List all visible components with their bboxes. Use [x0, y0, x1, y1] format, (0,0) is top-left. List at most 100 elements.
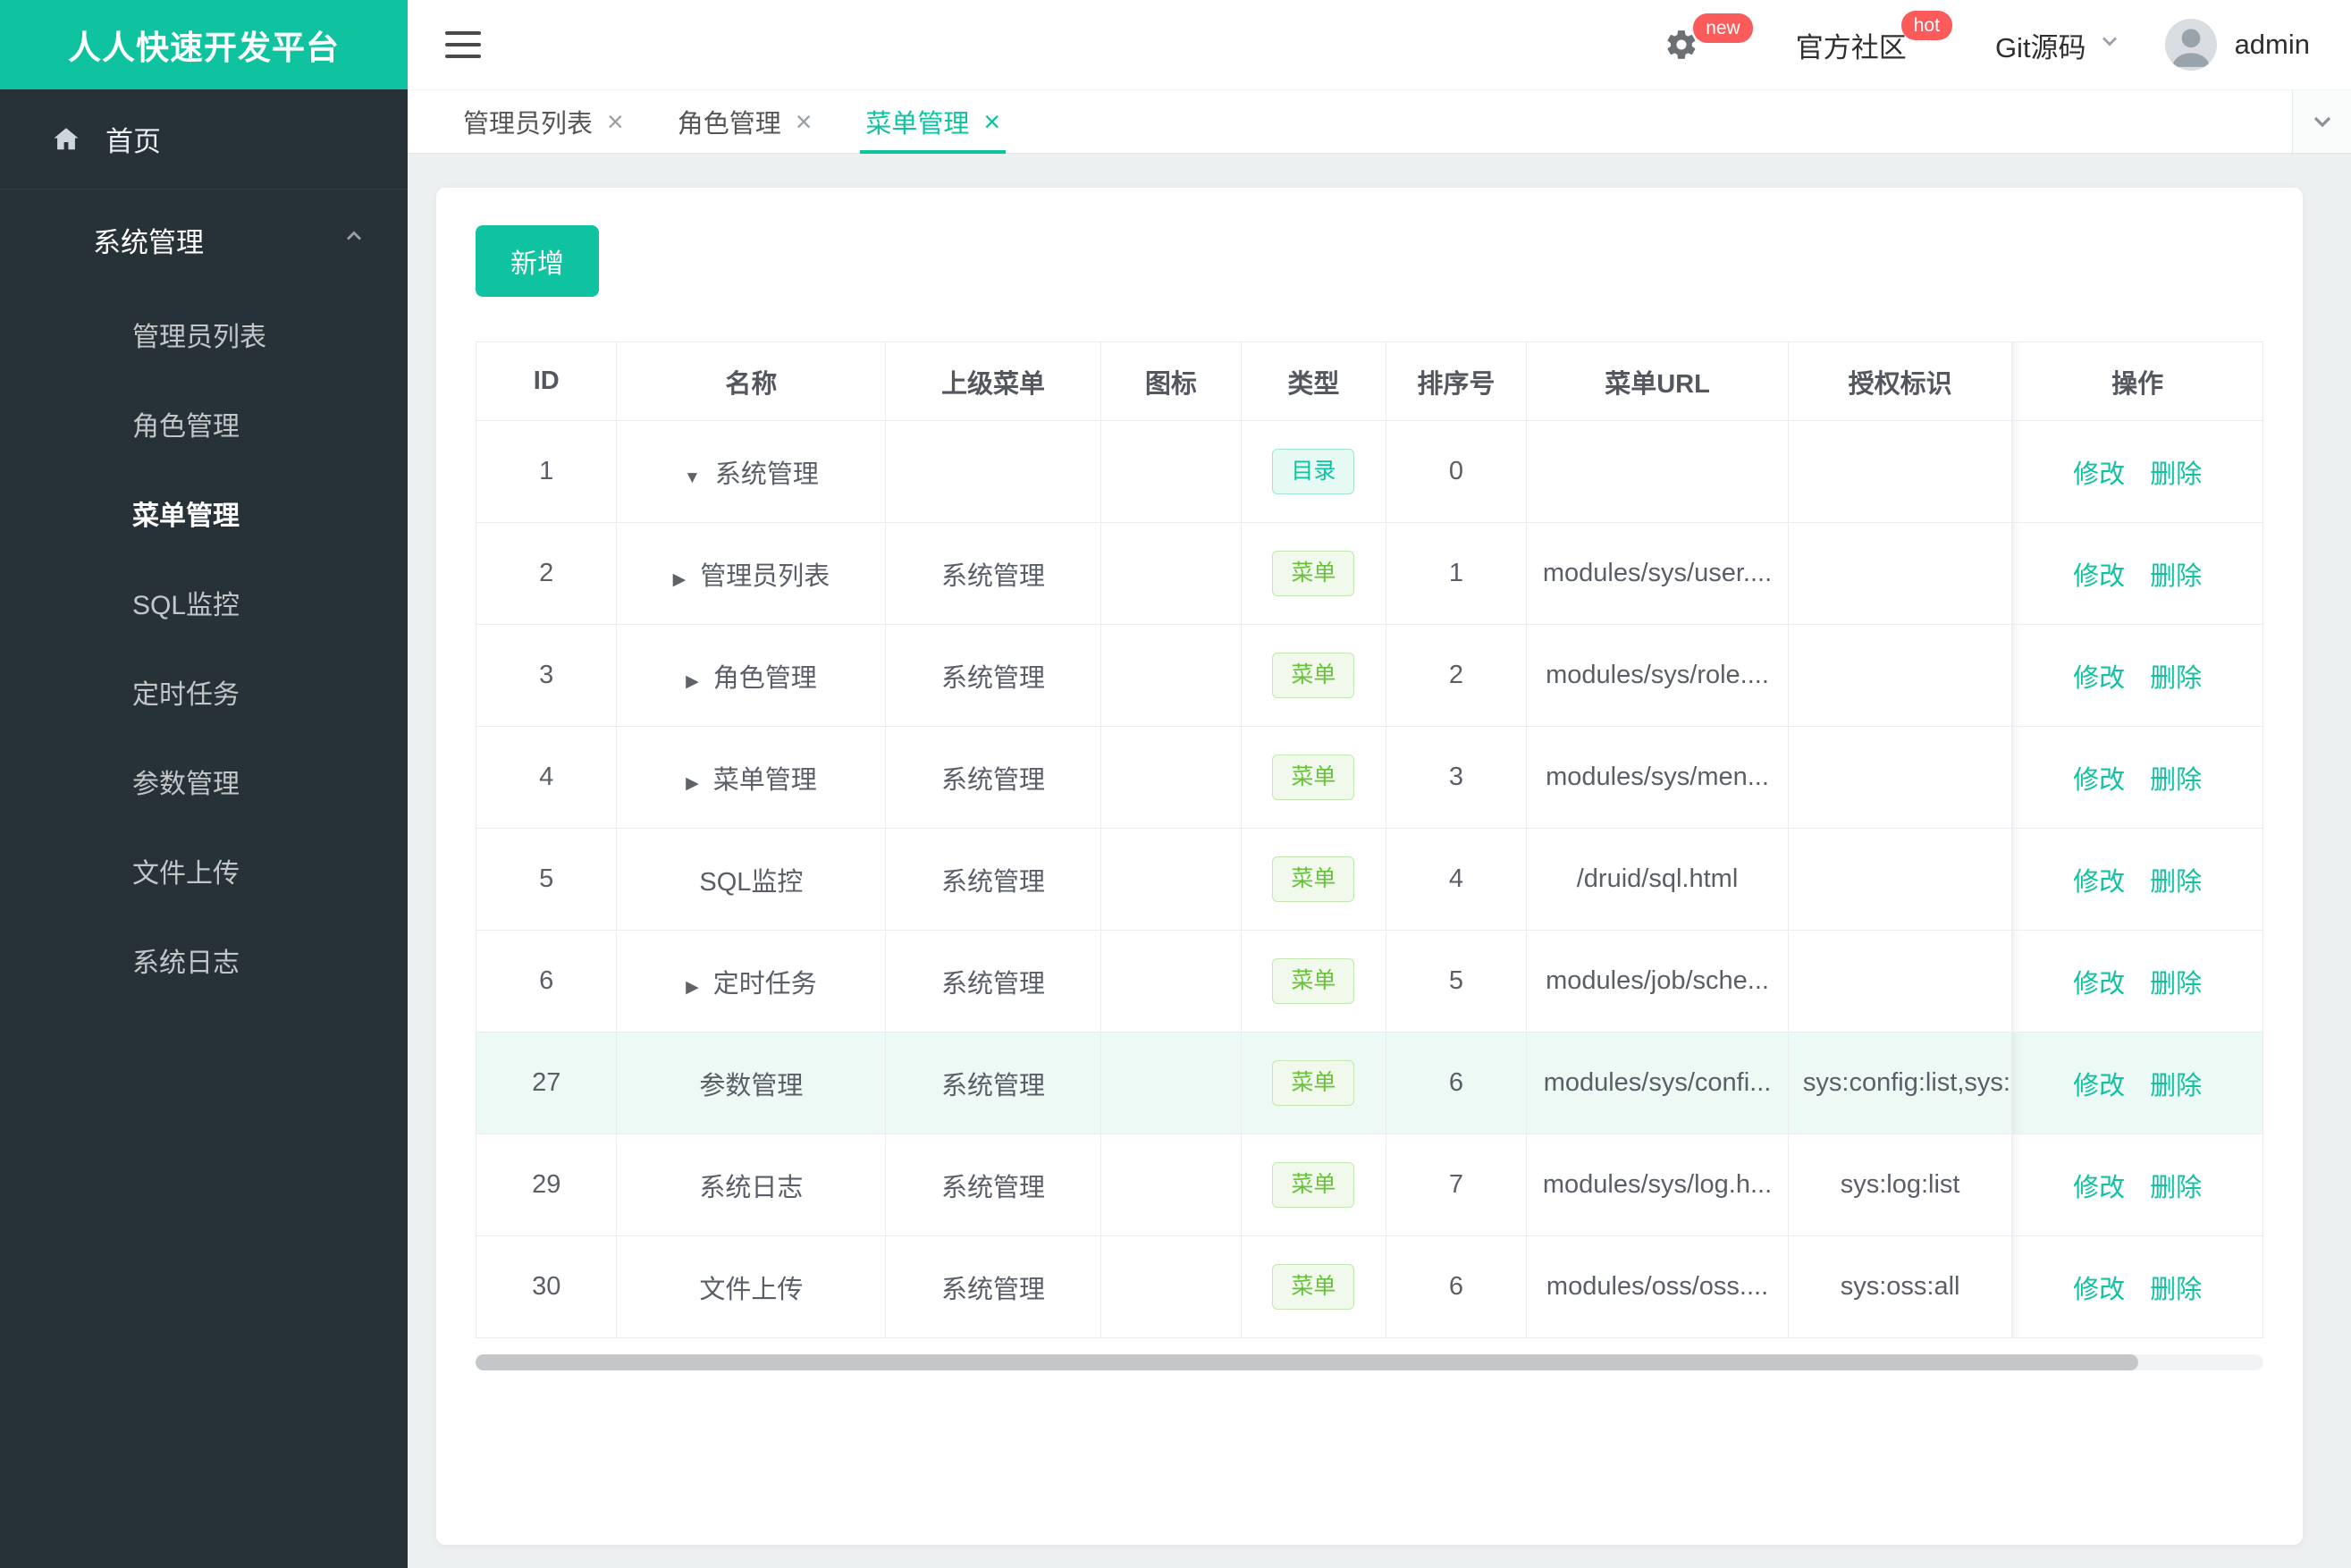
- cell-id: 6: [475, 930, 618, 1033]
- table-row: 5 SQL监控 系统管理 菜单 4/druid/sql.html 修改 删除: [475, 828, 2263, 931]
- delete-link[interactable]: 删除: [2150, 1072, 2202, 1100]
- cell-sort: 1: [1385, 522, 1528, 625]
- cell-name: ▼ 系统管理: [616, 420, 887, 523]
- sidebar-item[interactable]: 系统日志: [0, 915, 408, 1005]
- caret-right-icon[interactable]: ▶: [673, 570, 687, 589]
- type-badge: 菜单: [1272, 958, 1355, 1004]
- cell-id: 30: [475, 1235, 618, 1338]
- cell-id: 4: [475, 726, 618, 829]
- chevron-down-icon: [2313, 116, 2330, 128]
- tab[interactable]: 角色管理 ×: [651, 90, 839, 153]
- brand-title: 人人快速开发平台: [0, 0, 408, 89]
- menu-table: ID 名称 上级菜单 图标 类型 排序号 菜单URL 授权标识 操作 1 ▼ 系统管理 目录 0 修改 删除…: [475, 341, 2263, 1338]
- cell-parent-menu: 系统管理: [885, 930, 1101, 1033]
- sidebar-item[interactable]: 角色管理: [0, 379, 408, 468]
- git-source-link[interactable]: Git源码: [1995, 25, 2122, 65]
- table-row: 3 ▶ 角色管理 系统管理 菜单 2 modules/sys/role.... 修改 删除: [475, 624, 2263, 727]
- cell-actions: 修改 删除: [2011, 726, 2263, 829]
- cell-icon: [1100, 624, 1243, 727]
- delete-link[interactable]: 删除: [2150, 970, 2202, 999]
- column-header: 类型: [1241, 341, 1386, 421]
- username-label: admin: [2234, 29, 2310, 60]
- delete-link[interactable]: 删除: [2150, 868, 2202, 897]
- cell-name: ▶ 定时任务: [616, 930, 887, 1033]
- cell-sort: 7: [1385, 1134, 1528, 1236]
- caret-down-icon[interactable]: ▼: [684, 468, 701, 487]
- tab-close-icon[interactable]: ×: [983, 107, 1000, 136]
- delete-link[interactable]: 删除: [2150, 1174, 2202, 1202]
- cell-name: 参数管理: [616, 1032, 887, 1134]
- caret-right-icon[interactable]: ▶: [686, 672, 699, 691]
- delete-link[interactable]: 删除: [2150, 460, 2202, 489]
- cell-actions: 修改 删除: [2011, 1032, 2263, 1134]
- sidebar: 人人快速开发平台 首页 系统管理 管理员列表 角色管理 菜单管理 SQL监控 定时任务参…: [0, 0, 408, 1568]
- cell-id: 2: [475, 522, 618, 625]
- settings-button[interactable]: new: [1664, 13, 1753, 62]
- menu-name-label: 菜单管理: [712, 765, 817, 795]
- delete-link[interactable]: 删除: [2150, 664, 2202, 693]
- cell-actions: 修改 删除: [2011, 1134, 2263, 1236]
- edit-link[interactable]: 修改: [2073, 1072, 2125, 1100]
- cell-sort: 6: [1385, 1032, 1528, 1134]
- cell-icon: [1100, 420, 1243, 523]
- column-header: 图标: [1100, 341, 1243, 421]
- table-body: 1 ▼ 系统管理 目录 0 修改 删除 2 ▶ 管理员列表 系统管理 菜单 1 modules/sys/u…: [475, 420, 2263, 1338]
- cell-url: /druid/sql.html: [1526, 828, 1789, 931]
- edit-link[interactable]: 修改: [2073, 970, 2125, 999]
- app-root: 人人快速开发平台 首页 系统管理 管理员列表 角色管理 菜单管理 SQL监控 定时任务参…: [0, 0, 2351, 1568]
- menu-name-label: 文件上传: [699, 1275, 804, 1304]
- sidebar-group-system[interactable]: 系统管理: [0, 190, 408, 290]
- edit-link[interactable]: 修改: [2073, 1276, 2125, 1304]
- type-badge: 菜单: [1272, 1162, 1355, 1208]
- menu-toggle-icon[interactable]: [445, 31, 481, 58]
- community-link[interactable]: 官方社区 hot: [1796, 10, 1952, 65]
- horizontal-scrollbar-track: [476, 1354, 2263, 1370]
- cell-type: 菜单: [1241, 828, 1386, 931]
- tabbar: 管理员列表 × 角色管理 × 菜单管理 ×: [408, 89, 2351, 154]
- cell-actions: 修改 删除: [2011, 930, 2263, 1033]
- cell-type: 菜单: [1241, 1134, 1386, 1236]
- edit-link[interactable]: 修改: [2073, 1174, 2125, 1202]
- user-menu[interactable]: admin: [2164, 19, 2310, 71]
- horizontal-scrollbar-thumb[interactable]: [476, 1354, 2138, 1370]
- tab[interactable]: 管理员列表 ×: [436, 90, 651, 153]
- cell-type: 菜单: [1241, 726, 1386, 829]
- edit-link[interactable]: 修改: [2073, 766, 2125, 795]
- add-button[interactable]: 新增: [476, 225, 599, 297]
- sidebar-item[interactable]: 参数管理: [0, 737, 408, 826]
- home-icon: [54, 127, 79, 149]
- sidebar-item[interactable]: 菜单管理: [0, 468, 408, 558]
- sidebar-item-home[interactable]: 首页: [0, 89, 408, 190]
- table-row: 6 ▶ 定时任务 系统管理 菜单 5 modules/job/sche... 修改 删除: [475, 930, 2263, 1033]
- caret-right-icon[interactable]: ▶: [686, 978, 699, 997]
- sidebar-item[interactable]: 定时任务: [0, 647, 408, 737]
- cell-auth: [1787, 726, 2013, 829]
- sidebar-item[interactable]: SQL监控: [0, 558, 408, 647]
- table-row: 29 系统日志 系统管理 菜单 7 modules/sys/log.h... sys:log…: [475, 1134, 2263, 1236]
- edit-link[interactable]: 修改: [2073, 562, 2125, 591]
- cell-auth: [1787, 624, 2013, 727]
- tab-label: 管理员列表: [463, 110, 594, 139]
- table-row: 4 ▶ 菜单管理 系统管理 菜单 3 modules/sys/men... 修改 删除: [475, 726, 2263, 829]
- edit-link[interactable]: 修改: [2073, 460, 2125, 489]
- cell-url: modules/job/sche...: [1526, 930, 1789, 1033]
- tab-label: 菜单管理: [865, 110, 970, 139]
- cell-auth: [1787, 930, 2013, 1033]
- edit-link[interactable]: 修改: [2073, 868, 2125, 897]
- tab[interactable]: 菜单管理 ×: [838, 90, 1027, 154]
- type-badge: 目录: [1272, 449, 1355, 494]
- cell-id: 29: [475, 1134, 618, 1236]
- edit-link[interactable]: 修改: [2073, 664, 2125, 693]
- cell-auth: sys:oss:all: [1787, 1235, 2013, 1338]
- sidebar-item[interactable]: 文件上传: [0, 826, 408, 915]
- menu-management-card: 新增 ID 名称 上级菜单 图标 类型 排序号 菜单URL 授权标识 操作 1 ▼ 系统管理 目录 0 修…: [436, 188, 2303, 1545]
- caret-right-icon[interactable]: ▶: [686, 774, 699, 793]
- delete-link[interactable]: 删除: [2150, 562, 2202, 591]
- tab-close-icon[interactable]: ×: [796, 107, 813, 136]
- delete-link[interactable]: 删除: [2150, 766, 2202, 795]
- delete-link[interactable]: 删除: [2150, 1276, 2202, 1304]
- cell-id: 5: [475, 828, 618, 931]
- tabs-dropdown-button[interactable]: [2292, 90, 2351, 153]
- tab-close-icon[interactable]: ×: [607, 107, 624, 136]
- sidebar-item[interactable]: 管理员列表: [0, 290, 408, 379]
